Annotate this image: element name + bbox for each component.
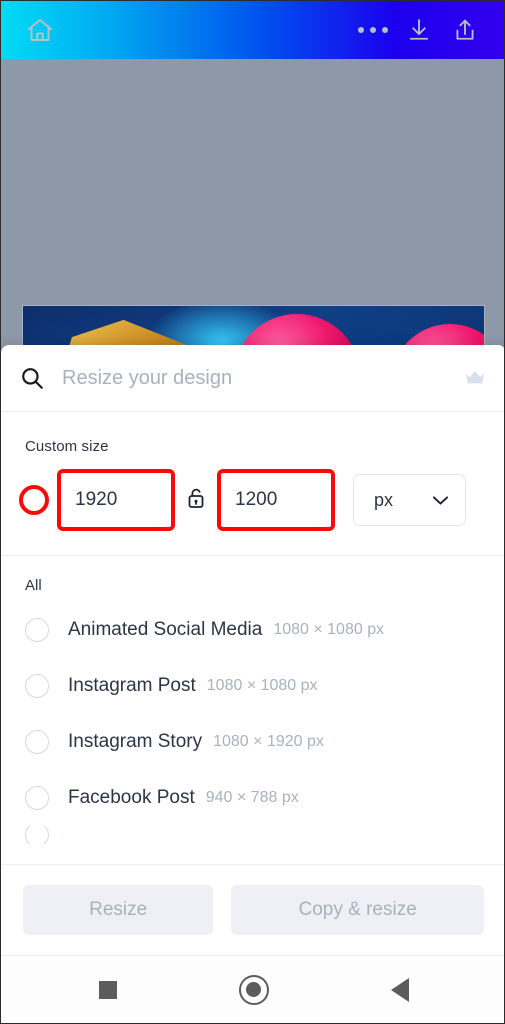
preset-dimensions: 1080 × 1080 px	[273, 621, 385, 638]
width-input[interactable]	[61, 473, 171, 527]
home-icon	[25, 15, 55, 45]
sheet-footer: Resize Copy & resize	[1, 864, 504, 957]
preset-label: Instagram Story	[68, 731, 203, 752]
design-canvas[interactable]	[1, 59, 504, 351]
copy-and-resize-button[interactable]: Copy & resize	[231, 885, 484, 935]
preset-radio[interactable]	[25, 674, 49, 698]
top-app-bar	[1, 1, 504, 59]
height-input[interactable]	[221, 473, 331, 527]
resize-bottom-sheet: Custom size	[1, 345, 504, 957]
recents-square-icon	[98, 980, 117, 999]
crown-icon	[460, 369, 486, 387]
resize-button[interactable]: Resize	[23, 885, 214, 935]
list-item[interactable]: Instagram Post 1080 × 1080 px	[1, 658, 504, 714]
preset-size-list: Animated Social Media 1080 × 1080 px Ins…	[1, 594, 504, 844]
height-field[interactable]	[221, 473, 331, 527]
unit-select[interactable]: px	[353, 474, 466, 526]
recents-button[interactable]	[85, 967, 131, 1013]
home-nav-button[interactable]	[231, 967, 277, 1013]
preset-radio[interactable]	[25, 826, 49, 844]
unlocked-padlock-icon	[186, 486, 206, 515]
download-icon	[405, 16, 433, 44]
share-button[interactable]	[442, 7, 488, 53]
list-item[interactable]: Facebook Post 940 × 788 px	[1, 770, 504, 826]
search-icon	[19, 365, 53, 391]
custom-size-row: px	[1, 455, 504, 531]
custom-size-radio[interactable]	[19, 485, 49, 515]
list-item[interactable]: Animated Social Media 1080 × 1080 px	[1, 602, 504, 658]
preset-dimensions: 1080 × 1080 px	[206, 677, 318, 694]
preset-radio[interactable]	[25, 786, 49, 810]
back-button[interactable]	[377, 967, 423, 1013]
width-field-annotation	[57, 469, 175, 531]
search-input[interactable]	[53, 365, 460, 391]
preset-radio[interactable]	[25, 618, 49, 642]
aspect-lock-button[interactable]	[175, 480, 217, 520]
more-options-button[interactable]	[350, 7, 396, 53]
home-circle-icon	[238, 974, 269, 1005]
more-options-icon	[358, 27, 388, 33]
preset-dimensions: 1080 × 1920 px	[213, 733, 324, 750]
preset-label: Animated Social Media	[68, 619, 263, 640]
chevron-down-icon	[432, 490, 449, 511]
preset-label: Facebook Post	[68, 787, 195, 808]
android-navigation-bar	[1, 955, 504, 1023]
back-triangle-icon	[390, 977, 409, 1002]
preset-radio[interactable]	[25, 730, 49, 754]
download-button[interactable]	[396, 7, 442, 53]
width-field[interactable]	[61, 473, 171, 527]
list-item[interactable]: Instagram Story 1080 × 1920 px	[1, 714, 504, 770]
preset-dimensions: 940 × 788 px	[205, 789, 299, 806]
app-screen: Custom size	[0, 0, 505, 1024]
home-button[interactable]	[17, 7, 63, 53]
unit-label: px	[374, 489, 394, 510]
custom-size-title: Custom size	[25, 438, 109, 455]
preset-label: Instagram Post	[68, 675, 196, 696]
list-item-partially-visible[interactable]	[1, 826, 504, 844]
share-icon	[451, 16, 479, 44]
list-section-header: All	[25, 577, 42, 594]
height-field-annotation	[217, 469, 335, 531]
search-bar[interactable]	[1, 345, 504, 412]
